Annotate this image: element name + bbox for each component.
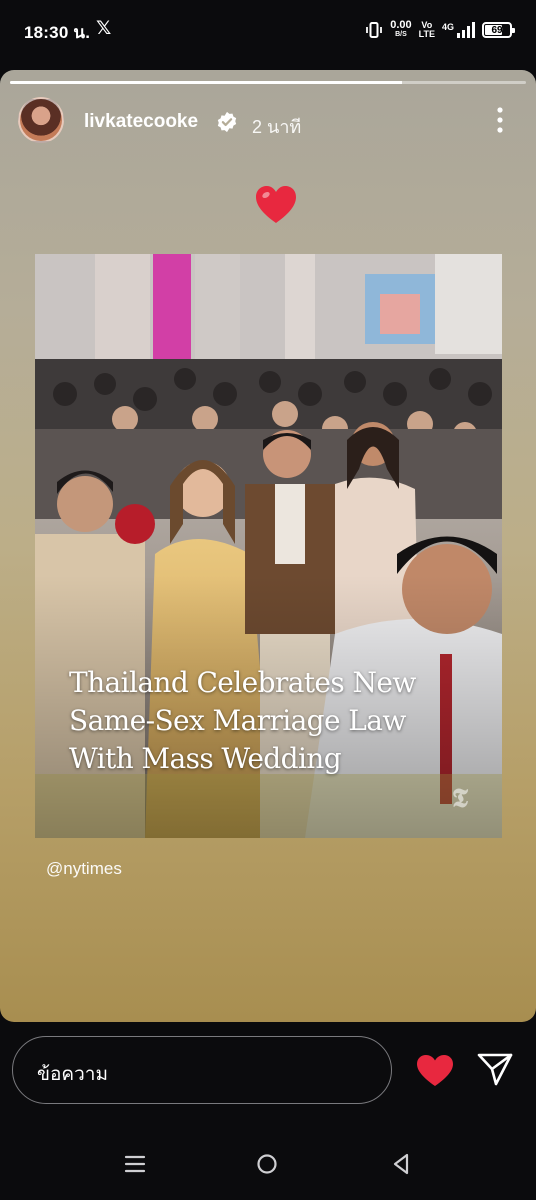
- mention-sticker[interactable]: @nytimes: [46, 859, 122, 879]
- volte-indicator: Vo LTE: [418, 20, 435, 39]
- nyt-logo-icon: 𝕿: [452, 784, 468, 814]
- vibrate-icon: [366, 22, 383, 38]
- story-progress-bar: [10, 81, 526, 84]
- post-headline: Thailand Celebrates New Same-Sex Marriag…: [69, 666, 416, 775]
- message-input-placeholder: ข้อความ: [37, 1064, 108, 1085]
- verified-badge-icon: [217, 111, 237, 133]
- avatar[interactable]: [18, 97, 64, 143]
- signal-icon: 4G: [442, 22, 475, 38]
- story-username[interactable]: livkatecooke: [84, 111, 198, 133]
- status-bar: 18:30 น. 𝕏 0.00 B/S Vo LTE 4G 69: [0, 0, 536, 62]
- recents-icon[interactable]: [124, 1153, 146, 1175]
- x-app-icon: 𝕏: [96, 18, 112, 39]
- back-icon[interactable]: [390, 1152, 412, 1176]
- message-input[interactable]: ข้อความ: [12, 1036, 392, 1104]
- story-progress-fill: [10, 81, 403, 84]
- home-icon[interactable]: [256, 1153, 278, 1175]
- like-heart-icon[interactable]: [416, 1054, 454, 1088]
- story-time-ago: 2 นาที: [252, 117, 302, 137]
- heart-sticker-icon: [256, 186, 296, 223]
- more-options-icon[interactable]: [490, 106, 510, 134]
- story-view[interactable]: livkatecooke 2 นาที Thailand Celebrates …: [0, 70, 536, 1022]
- status-icons: 0.00 B/S Vo LTE 4G 69: [365, 16, 515, 44]
- battery-icon: 69: [482, 22, 515, 38]
- status-time: 18:30 น.: [24, 23, 91, 42]
- shared-post-image[interactable]: Thailand Celebrates New Same-Sex Marriag…: [35, 254, 502, 838]
- battery-level: 69: [491, 24, 503, 36]
- network-speed: 0.00 B/S: [390, 19, 412, 39]
- send-icon[interactable]: [477, 1052, 513, 1086]
